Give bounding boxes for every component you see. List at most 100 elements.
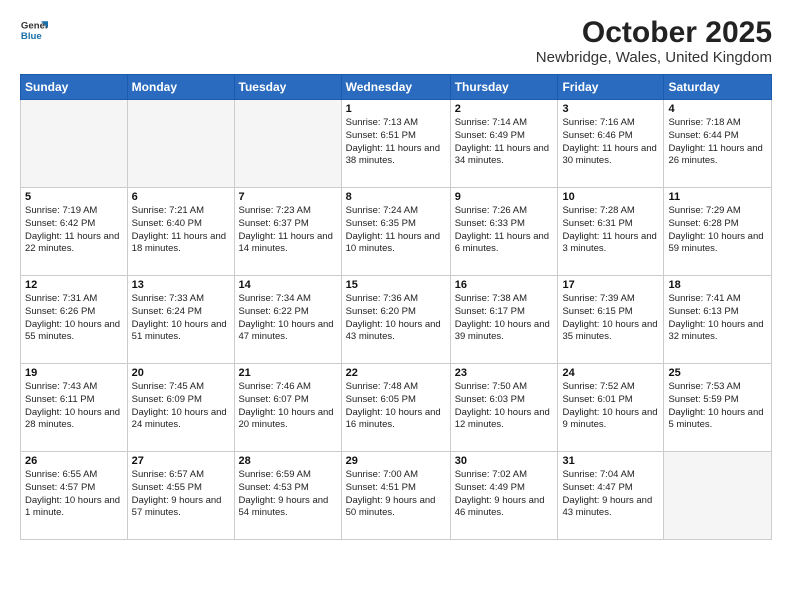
- title-block: October 2025 Newbridge, Wales, United Ki…: [536, 16, 772, 66]
- calendar-subtitle: Newbridge, Wales, United Kingdom: [536, 49, 772, 66]
- calendar-cell: 8 Sunrise: 7:24 AMSunset: 6:35 PMDaylight…: [341, 188, 450, 276]
- day-number: 8: [346, 191, 446, 203]
- day-number: 25: [668, 367, 767, 379]
- calendar-cell: 25Sunrise: 7:53 AMSunset: 5:59 PMDayligh…: [664, 364, 772, 452]
- day-number: 5: [25, 191, 123, 203]
- day-number: 9: [455, 191, 554, 203]
- calendar-cell: 28Sunrise: 6:59 AMSunset: 4:53 PMDayligh…: [234, 452, 341, 540]
- day-info: Sunrise: 7:28 AMSunset: 6:31 PMDaylight:…: [562, 205, 659, 256]
- logo: General Blue: [20, 16, 50, 44]
- day-info: Sunrise: 7:24 AMSunset: 6:35 PMDaylight:…: [346, 205, 446, 256]
- day-number: 22: [346, 367, 446, 379]
- calendar-cell: 17 Sunrise: 7:39 AMSunset: 6:15 PMDayligh…: [558, 276, 664, 364]
- day-info: Sunrise: 7:48 AMSunset: 6:05 PMDaylight:…: [346, 381, 446, 432]
- day-info: Sunrise: 7:45 AMSunset: 6:09 PMDaylight:…: [132, 381, 230, 432]
- day-number: 7: [239, 191, 337, 203]
- day-number: 16: [455, 279, 554, 291]
- day-number: 17: [562, 279, 659, 291]
- day-info: Sunrise: 7:41 AMSunset: 6:13 PMDaylight:…: [668, 293, 767, 344]
- calendar-header-row: Sunday Monday Tuesday Wednesday Thursday…: [21, 75, 772, 100]
- calendar-cell: 24Sunrise: 7:52 AMSunset: 6:01 PMDayligh…: [558, 364, 664, 452]
- calendar-cell: 19 Sunrise: 7:43 AMSunset: 6:11 PMDayligh…: [21, 364, 128, 452]
- calendar-cell: [664, 452, 772, 540]
- day-info: Sunrise: 7:50 AMSunset: 6:03 PMDaylight:…: [455, 381, 554, 432]
- day-info: Sunrise: 7:34 AMSunset: 6:22 PMDaylight:…: [239, 293, 337, 344]
- calendar-cell: 26 Sunrise: 6:55 AMSunset: 4:57 PMDayligh…: [21, 452, 128, 540]
- day-info: Sunrise: 7:14 AMSunset: 6:49 PMDaylight:…: [455, 117, 554, 168]
- calendar-title: October 2025: [536, 16, 772, 49]
- calendar-cell: 13 Sunrise: 7:33 AMSunset: 6:24 PMDayligh…: [127, 276, 234, 364]
- week-row-3: 12Sunrise: 7:31 AMSunset: 6:26 PMDayligh…: [21, 276, 772, 364]
- week-row-1: 1 Sunrise: 7:13 AMSunset: 6:51 PMDaylight…: [21, 100, 772, 188]
- calendar-cell: 12Sunrise: 7:31 AMSunset: 6:26 PMDayligh…: [21, 276, 128, 364]
- col-monday: Monday: [127, 75, 234, 100]
- day-number: 15: [346, 279, 446, 291]
- day-number: 13: [132, 279, 230, 291]
- page: General Blue October 2025 Newbridge, Wal…: [0, 0, 792, 612]
- day-number: 11: [668, 191, 767, 203]
- svg-text:Blue: Blue: [21, 31, 42, 42]
- calendar-cell: 14 Sunrise: 7:34 AMSunset: 6:22 PMDayligh…: [234, 276, 341, 364]
- day-info: Sunrise: 7:29 AMSunset: 6:28 PMDaylight:…: [668, 205, 767, 256]
- day-info: Sunrise: 7:21 AMSunset: 6:40 PMDaylight:…: [132, 205, 230, 256]
- calendar-cell: 31 Sunrise: 7:04 AMSunset: 4:47 PMDayligh…: [558, 452, 664, 540]
- day-number: 6: [132, 191, 230, 203]
- day-info: Sunrise: 7:18 AMSunset: 6:44 PMDaylight:…: [668, 117, 767, 168]
- calendar-cell: 5 Sunrise: 7:19 AMSunset: 6:42 PMDaylight…: [21, 188, 128, 276]
- calendar-cell: 30Sunrise: 7:02 AMSunset: 4:49 PMDayligh…: [450, 452, 558, 540]
- day-number: 26: [25, 455, 123, 467]
- calendar-cell: 10Sunrise: 7:28 AMSunset: 6:31 PMDayligh…: [558, 188, 664, 276]
- calendar-cell: 1 Sunrise: 7:13 AMSunset: 6:51 PMDaylight…: [341, 100, 450, 188]
- day-info: Sunrise: 7:19 AMSunset: 6:42 PMDaylight:…: [25, 205, 123, 256]
- day-info: Sunrise: 7:31 AMSunset: 6:26 PMDaylight:…: [25, 293, 123, 344]
- calendar-table: Sunday Monday Tuesday Wednesday Thursday…: [20, 74, 772, 540]
- day-info: Sunrise: 7:33 AMSunset: 6:24 PMDaylight:…: [132, 293, 230, 344]
- day-info: Sunrise: 7:00 AMSunset: 4:51 PMDaylight:…: [346, 469, 446, 520]
- calendar-cell: 22 Sunrise: 7:48 AMSunset: 6:05 PMDayligh…: [341, 364, 450, 452]
- week-row-5: 26 Sunrise: 6:55 AMSunset: 4:57 PMDayligh…: [21, 452, 772, 540]
- day-info: Sunrise: 7:23 AMSunset: 6:37 PMDaylight:…: [239, 205, 337, 256]
- col-sunday: Sunday: [21, 75, 128, 100]
- col-wednesday: Wednesday: [341, 75, 450, 100]
- col-thursday: Thursday: [450, 75, 558, 100]
- week-row-4: 19 Sunrise: 7:43 AMSunset: 6:11 PMDayligh…: [21, 364, 772, 452]
- calendar-cell: [127, 100, 234, 188]
- day-number: 30: [455, 455, 554, 467]
- day-number: 4: [668, 103, 767, 115]
- day-info: Sunrise: 7:52 AMSunset: 6:01 PMDaylight:…: [562, 381, 659, 432]
- day-number: 21: [239, 367, 337, 379]
- day-info: Sunrise: 6:57 AMSunset: 4:55 PMDaylight:…: [132, 469, 230, 520]
- day-info: Sunrise: 7:39 AMSunset: 6:15 PMDaylight:…: [562, 293, 659, 344]
- logo-icon: General Blue: [20, 16, 48, 44]
- calendar-cell: 9 Sunrise: 7:26 AMSunset: 6:33 PMDaylight…: [450, 188, 558, 276]
- day-number: 31: [562, 455, 659, 467]
- calendar-cell: 2Sunrise: 7:14 AMSunset: 6:49 PMDaylight…: [450, 100, 558, 188]
- day-info: Sunrise: 7:46 AMSunset: 6:07 PMDaylight:…: [239, 381, 337, 432]
- calendar-cell: [234, 100, 341, 188]
- calendar-cell: 4 Sunrise: 7:18 AMSunset: 6:44 PMDaylight…: [664, 100, 772, 188]
- calendar-cell: 23 Sunrise: 7:50 AMSunset: 6:03 PMDayligh…: [450, 364, 558, 452]
- header: General Blue October 2025 Newbridge, Wal…: [20, 16, 772, 66]
- day-number: 1: [346, 103, 446, 115]
- day-info: Sunrise: 7:04 AMSunset: 4:47 PMDaylight:…: [562, 469, 659, 520]
- day-number: 18: [668, 279, 767, 291]
- col-friday: Friday: [558, 75, 664, 100]
- day-number: 27: [132, 455, 230, 467]
- calendar-cell: 29Sunrise: 7:00 AMSunset: 4:51 PMDayligh…: [341, 452, 450, 540]
- day-info: Sunrise: 7:26 AMSunset: 6:33 PMDaylight:…: [455, 205, 554, 256]
- calendar-cell: 16 Sunrise: 7:38 AMSunset: 6:17 PMDayligh…: [450, 276, 558, 364]
- day-info: Sunrise: 7:43 AMSunset: 6:11 PMDaylight:…: [25, 381, 123, 432]
- calendar-cell: 27 Sunrise: 6:57 AMSunset: 4:55 PMDayligh…: [127, 452, 234, 540]
- col-saturday: Saturday: [664, 75, 772, 100]
- day-info: Sunrise: 6:55 AMSunset: 4:57 PMDaylight:…: [25, 469, 123, 520]
- day-number: 23: [455, 367, 554, 379]
- day-number: 14: [239, 279, 337, 291]
- day-info: Sunrise: 7:38 AMSunset: 6:17 PMDaylight:…: [455, 293, 554, 344]
- day-number: 19: [25, 367, 123, 379]
- calendar-cell: 6 Sunrise: 7:21 AMSunset: 6:40 PMDaylight…: [127, 188, 234, 276]
- calendar-cell: 15 Sunrise: 7:36 AMSunset: 6:20 PMDayligh…: [341, 276, 450, 364]
- calendar-cell: 3Sunrise: 7:16 AMSunset: 6:46 PMDaylight…: [558, 100, 664, 188]
- day-info: Sunrise: 7:13 AMSunset: 6:51 PMDaylight:…: [346, 117, 446, 168]
- day-info: Sunrise: 7:36 AMSunset: 6:20 PMDaylight:…: [346, 293, 446, 344]
- day-number: 20: [132, 367, 230, 379]
